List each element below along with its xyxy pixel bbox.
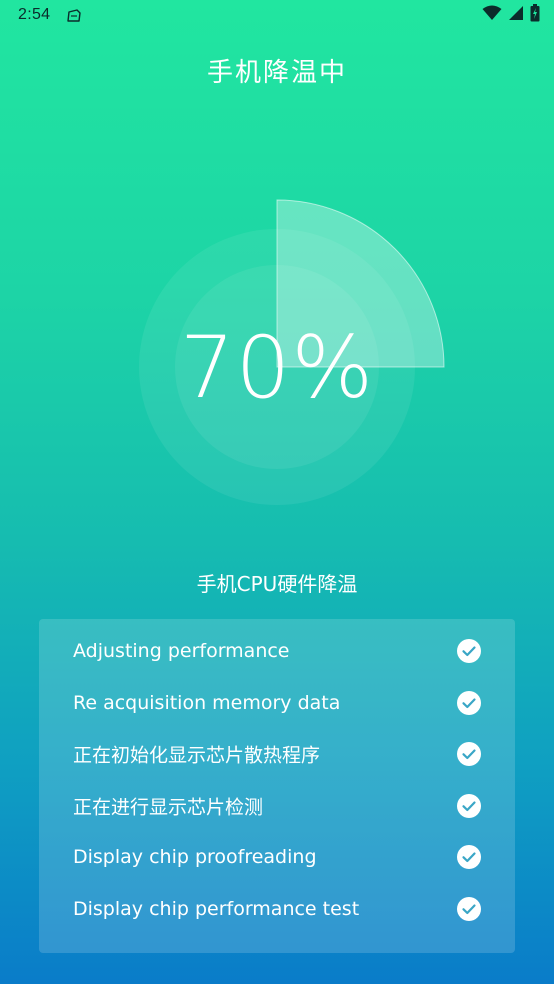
task-label: Adjusting performance — [73, 640, 290, 662]
task-list-card: Adjusting performance Re acquisition mem… — [39, 619, 515, 953]
task-row: Re acquisition memory data — [39, 677, 515, 729]
task-label: Re acquisition memory data — [73, 692, 341, 714]
check-circle-icon — [457, 897, 481, 921]
section-subtitle: 手机CPU硬件降温 — [196, 572, 358, 596]
check-circle-icon — [457, 742, 481, 766]
task-row: Display chip proofreading — [39, 831, 515, 883]
gauge-graphic — [139, 199, 445, 505]
cooling-gauge: 70% — [0, 0, 554, 560]
check-circle-icon — [457, 845, 481, 869]
check-circle-icon — [457, 794, 481, 818]
task-row: Display chip performance test — [39, 883, 515, 935]
task-row: 正在进行显示芯片检测 — [39, 780, 515, 832]
task-label: 正在初始化显示芯片散热程序 — [73, 744, 321, 767]
task-label: 正在进行显示芯片检测 — [73, 796, 264, 819]
task-label: Display chip performance test — [73, 898, 360, 920]
check-circle-icon — [457, 639, 481, 663]
check-circle-icon — [457, 691, 481, 715]
task-row: Adjusting performance — [39, 625, 515, 677]
gauge-percentage: 70% — [179, 318, 375, 418]
task-row: 正在初始化显示芯片散热程序 — [39, 728, 515, 780]
task-label: Display chip proofreading — [73, 846, 317, 868]
